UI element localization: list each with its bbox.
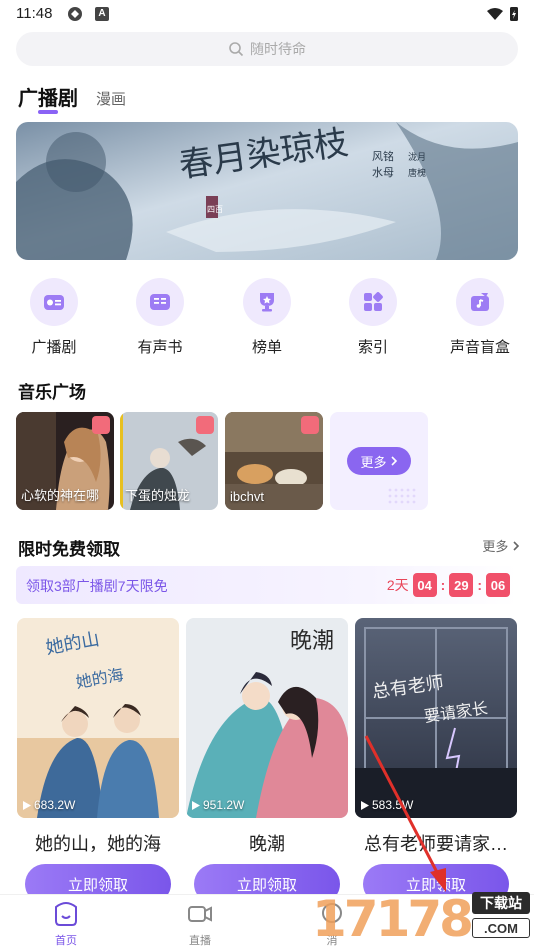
section-title-music: 音乐广场 <box>18 383 86 402</box>
more-label: 更多 <box>360 454 387 470</box>
index-icon <box>349 278 397 326</box>
music-more-card[interactable]: 更多 <box>330 412 428 510</box>
trophy-icon <box>243 278 291 326</box>
chevron-right-icon <box>390 456 397 466</box>
play-count-value: 951.2W <box>203 798 245 812</box>
nav-label: 首页 <box>55 935 77 947</box>
music-card-caption: 心软的神在哪 <box>21 488 100 503</box>
countdown-seconds: 06 <box>486 573 510 597</box>
more-link-label: 更多 <box>482 539 509 554</box>
watermark-bottom: .COM <box>472 918 530 938</box>
status-time: 11:48 <box>16 5 53 22</box>
nav-label: 直播 <box>189 935 211 947</box>
countdown-days: 2天 <box>386 577 409 593</box>
section-title-free: 限时免费领取 <box>18 540 120 559</box>
book-icon <box>136 278 184 326</box>
banner-credit-2b: 唐槐 <box>408 167 426 178</box>
banner-credit-1b: 泷月 <box>408 151 426 162</box>
search-icon <box>229 42 244 57</box>
watermark-top: 下载站 <box>472 892 530 914</box>
category-label: 声音盲盒 <box>449 339 510 356</box>
tab-active-indicator <box>38 110 58 114</box>
music-badge-icon <box>301 416 319 434</box>
book-play-count: 951.2W <box>192 798 244 812</box>
book-cover: 晚潮 951.2W <box>186 618 348 818</box>
music-card[interactable]: 心软的神在哪 <box>16 412 114 510</box>
search-placeholder: 随时待命 <box>250 41 306 57</box>
book-play-count: 583.5W <box>361 798 413 812</box>
countdown-hours: 04 <box>412 573 437 597</box>
category-rankings[interactable]: 榜单 <box>229 278 305 357</box>
music-card-caption: 下蛋的烛龙 <box>125 488 191 503</box>
play-count-value: 683.2W <box>34 798 76 812</box>
app-notification-icon: A <box>95 7 109 21</box>
countdown-separator: : <box>440 577 446 593</box>
book-card[interactable]: 她的山 她的海 683.2W 她的山，她的海 <box>17 618 179 856</box>
svg-text:晚潮: 晚潮 <box>290 629 334 654</box>
banner-credit-1: 风铭 <box>372 149 394 163</box>
blindbox-icon <box>456 278 504 326</box>
tab-radio-drama[interactable]: 广播剧 <box>18 82 78 111</box>
category-label: 索引 <box>357 339 388 356</box>
play-icon <box>23 800 31 810</box>
home-icon <box>55 902 77 926</box>
banner-artwork: 春月染琼枝 四百 风铭 泷月 水母 唐槐 <box>16 122 518 260</box>
book-card[interactable]: 总有老师 要请家长 583.5W 总有老师要请家… <box>355 618 517 856</box>
book-cover: 总有老师 要请家长 583.5W <box>355 618 517 818</box>
category-index[interactable]: 索引 <box>335 278 411 357</box>
promo-text: 领取3部广播剧7天限免 <box>26 578 168 594</box>
status-bar: 11:48 A <box>0 0 534 28</box>
play-icon <box>192 800 200 810</box>
radio-icon <box>30 278 78 326</box>
site-watermark: 17178 下载站 .COM <box>312 888 534 950</box>
banner-credit-2: 水母 <box>372 166 394 179</box>
countdown-minutes: 29 <box>449 573 474 597</box>
countdown-timer: 2天 04 : 29 : 06 <box>387 573 510 597</box>
live-icon <box>188 906 212 922</box>
play-icon <box>361 800 369 810</box>
free-more-link[interactable]: 更多 <box>482 536 520 555</box>
banner-carousel[interactable]: 春月染琼枝 四百 风铭 泷月 水母 唐槐 <box>16 122 518 260</box>
wifi-icon <box>487 8 503 20</box>
music-card[interactable]: ibchvt <box>225 412 323 510</box>
music-card[interactable]: 下蛋的烛龙 <box>120 412 218 510</box>
category-audiobook[interactable]: 有声书 <box>122 278 198 357</box>
book-title: 总有老师要请家… <box>364 834 508 854</box>
book-card[interactable]: 晚潮 951.2W 晚潮 <box>186 618 348 856</box>
tab-comics[interactable]: 漫画 <box>96 88 126 109</box>
promo-bar[interactable]: 领取3部广播剧7天限免 2天 04 : 29 : 06 <box>16 566 518 604</box>
book-cover: 她的山 她的海 683.2W <box>17 618 179 818</box>
category-radio-drama[interactable]: 广播剧 <box>16 278 92 357</box>
book-title: 她的山，她的海 <box>35 834 161 854</box>
music-card-caption: ibchvt <box>230 489 264 504</box>
watermark-digits: 17178 <box>312 890 474 948</box>
nav-home[interactable]: 首页 <box>36 901 96 948</box>
app-screen: 11:48 A 随时待命 广播剧 漫画 春月染琼枝 四百 风铭 泷月 水母 唐槐… <box>0 0 534 950</box>
countdown-separator: : <box>477 577 482 593</box>
search-input[interactable]: 随时待命 <box>16 32 518 66</box>
category-label: 有声书 <box>137 339 183 356</box>
chevron-right-icon <box>513 541 520 551</box>
sync-icon <box>67 6 83 27</box>
book-title: 晚潮 <box>249 834 285 854</box>
category-sound-blindbox[interactable]: 声音盲盒 <box>442 278 518 357</box>
category-label: 榜单 <box>251 339 282 356</box>
music-badge-icon <box>196 416 214 434</box>
music-more-button[interactable]: 更多 <box>347 447 411 475</box>
book-play-count: 683.2W <box>23 798 75 812</box>
music-badge-icon <box>92 416 110 434</box>
status-right-icons <box>486 6 520 27</box>
banner-seal: 四百 <box>207 205 223 214</box>
category-label: 广播剧 <box>31 339 77 356</box>
nav-live[interactable]: 直播 <box>170 901 230 948</box>
play-count-value: 583.5W <box>372 798 414 812</box>
